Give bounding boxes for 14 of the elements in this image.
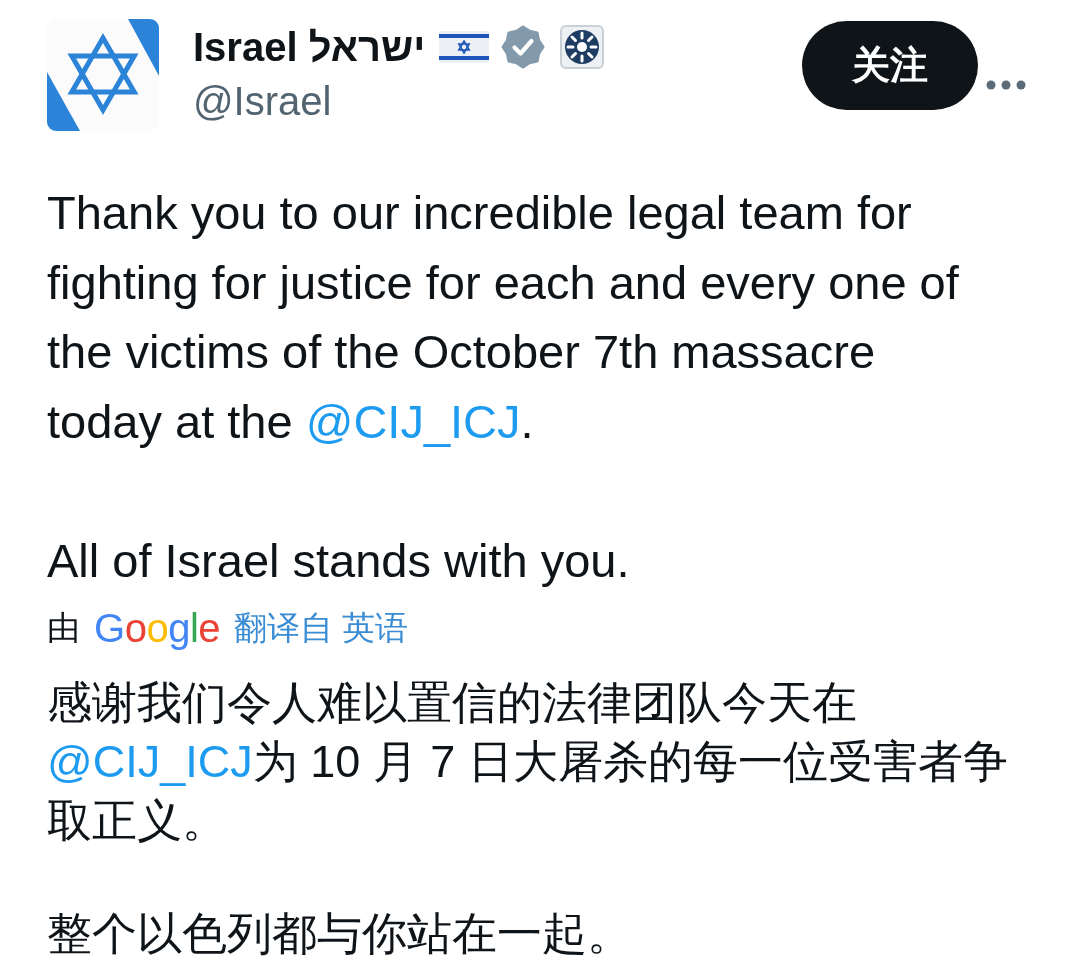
- translated-text: 整个以色列都与你站在一起。: [47, 907, 633, 961]
- post-text: All of Israel stands with you.: [47, 532, 631, 589]
- follow-button[interactable]: 关注: [802, 21, 978, 110]
- user-handle[interactable]: @Israel: [193, 77, 332, 125]
- more-icon[interactable]: [986, 80, 1026, 90]
- org-badge-icon: [560, 25, 605, 69]
- author-name[interactable]: Israel ישראל: [193, 23, 426, 71]
- flag-icon: [439, 31, 490, 63]
- google-wordmark: Google: [94, 605, 220, 651]
- avatar-star-icon[interactable]: [47, 19, 159, 131]
- post-text: Thank you to our incredible legal team for fighting for justice for each and every one of the victims of the October 7th massacre today at the @CIJ_ICJ.: [47, 185, 960, 450]
- translated-by-label: 由: [47, 608, 80, 648]
- translated-text: 感谢我们令人难以置信的法律团队今天在 @CIJ_ICJ为 10 月 7 日大屠杀的每一位受害者争取正义。: [47, 676, 1009, 848]
- translation-source-link[interactable]: 翻译自 英语: [234, 608, 409, 648]
